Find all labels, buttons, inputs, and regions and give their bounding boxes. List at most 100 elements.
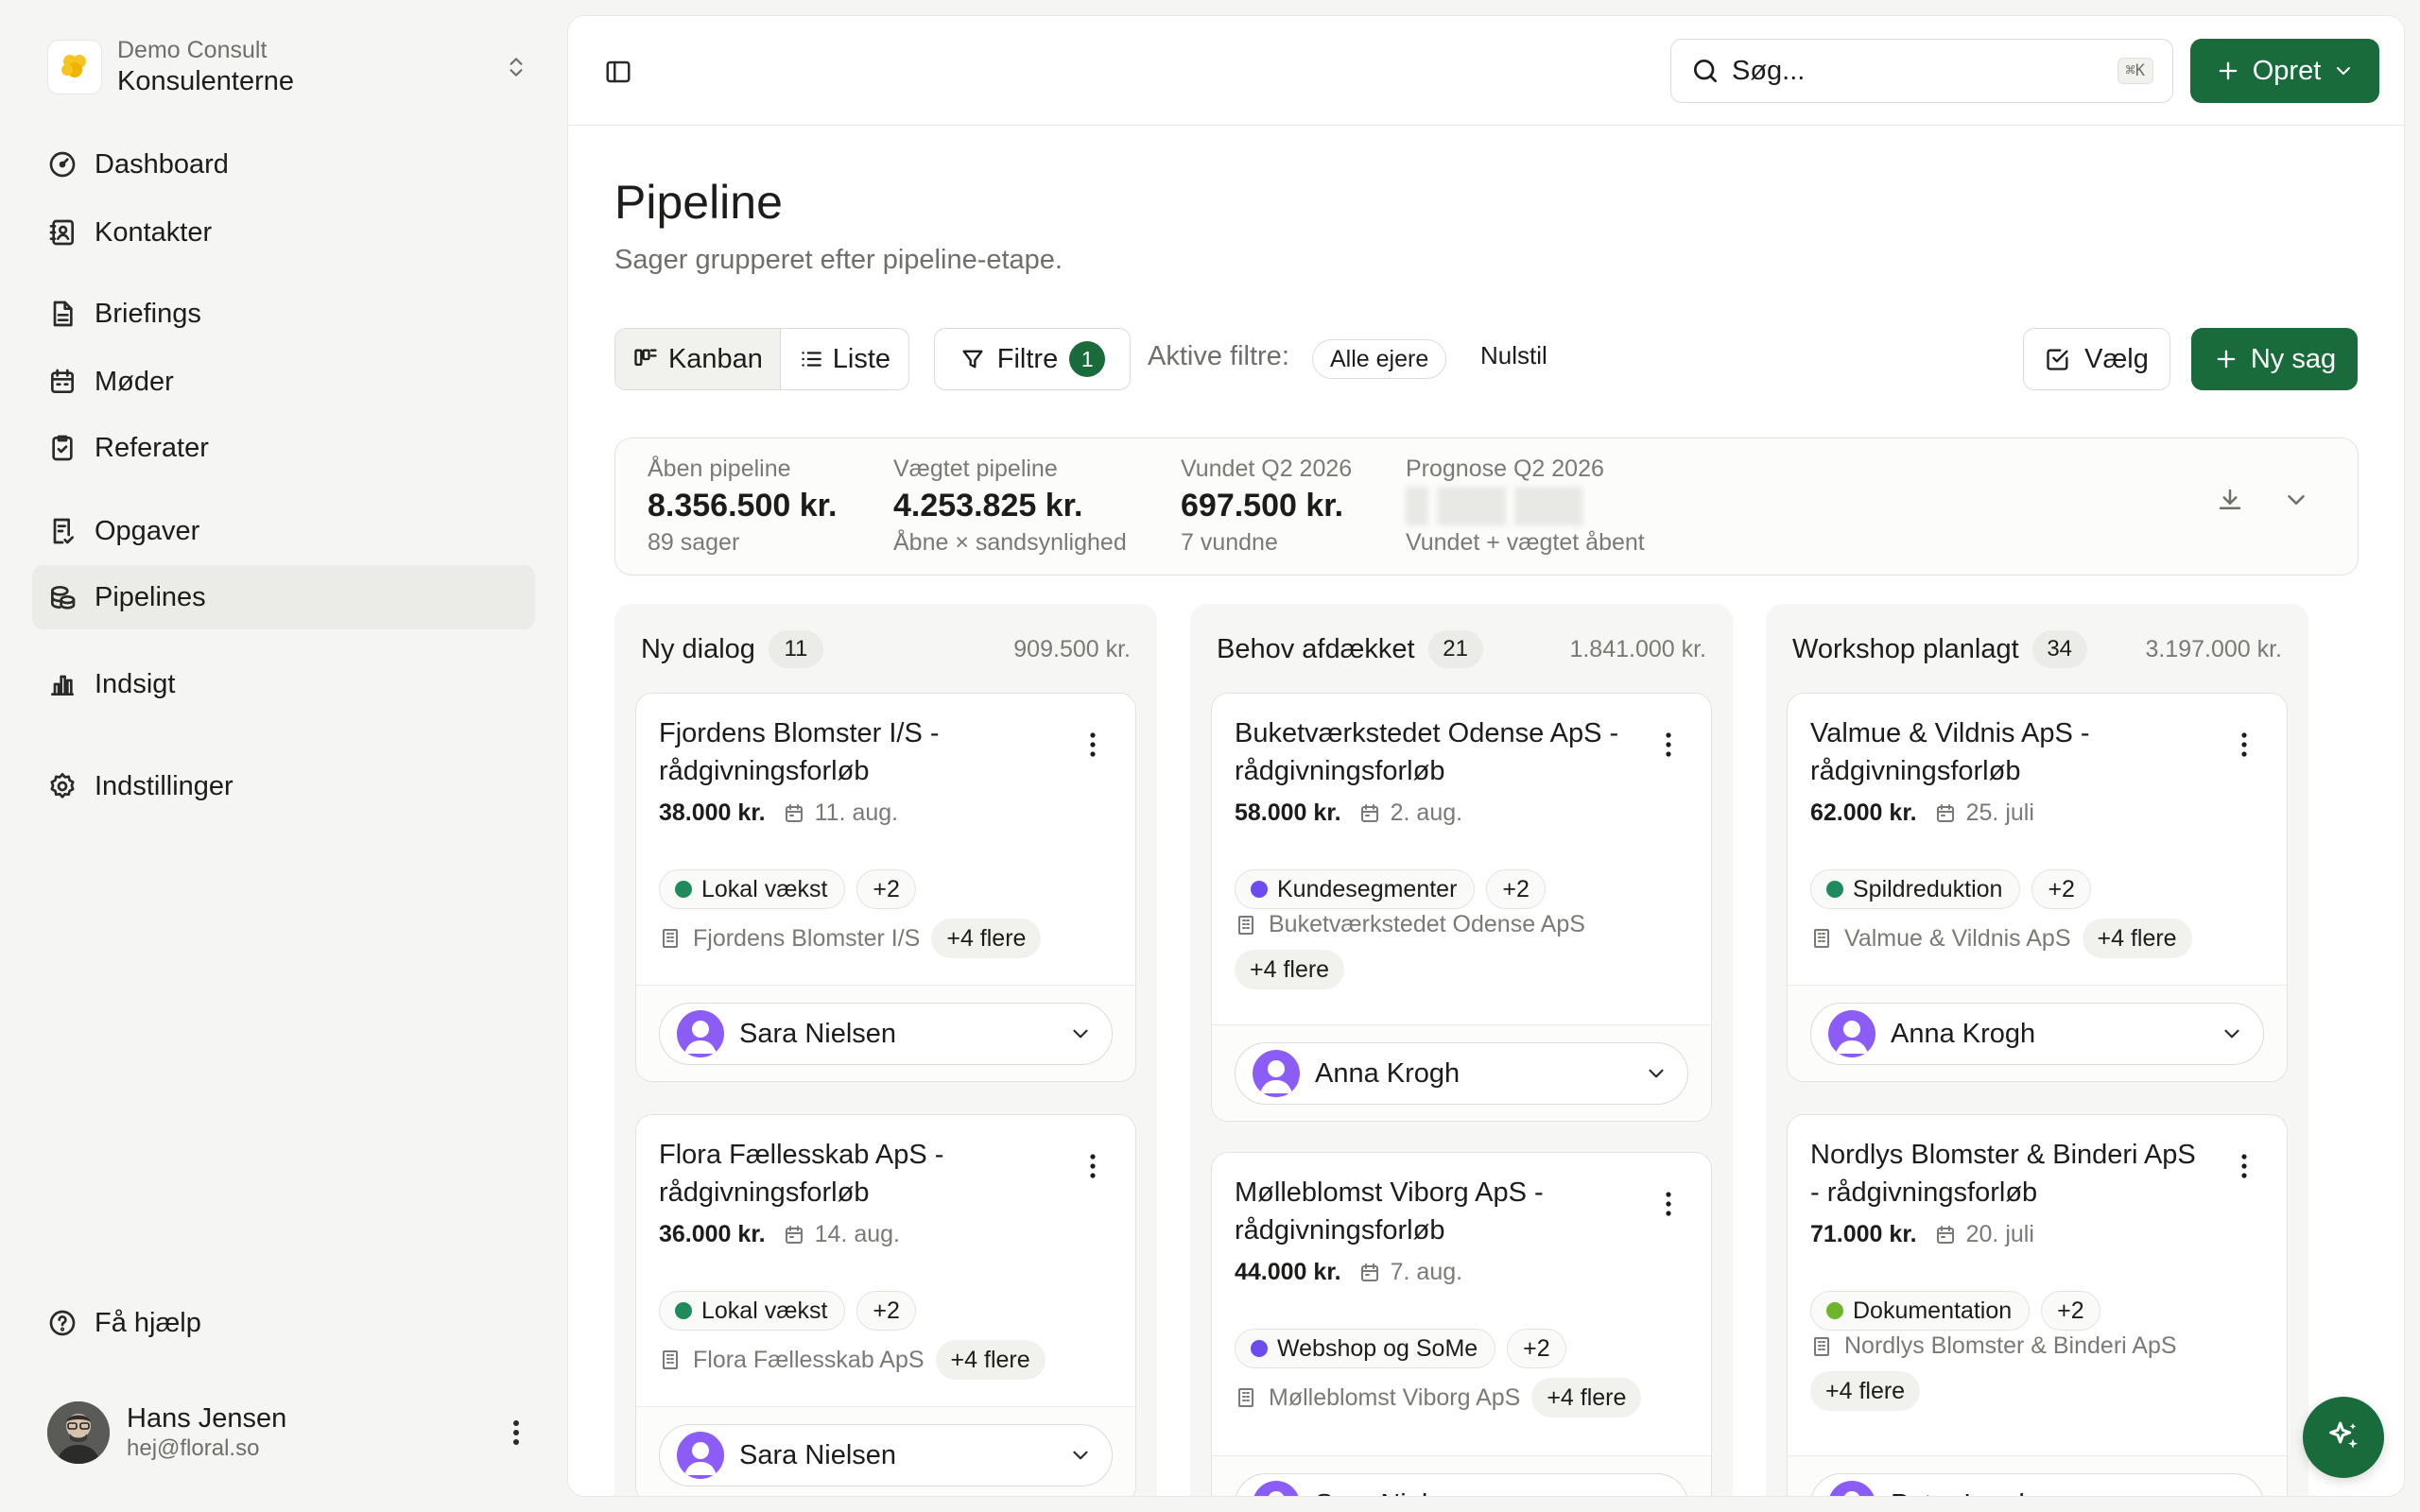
deal-card[interactable]: Fjordens Blomster I/S - rådgivningsforlø… [635, 693, 1136, 1082]
company-more-chip[interactable]: +4 flere [931, 919, 1042, 958]
building-icon [1238, 1388, 1253, 1407]
deal-card[interactable]: Valmue & Vildnis ApS - rådgivningsforløb… [1787, 693, 2288, 1082]
stat-label: Prognose Q2 2026 [1406, 455, 1604, 482]
deal-card[interactable]: Flora Fællesskab ApS - rådgivningsforløb… [635, 1114, 1136, 1496]
more-vertical-icon[interactable] [1654, 1185, 1683, 1223]
company-more-chip[interactable]: +4 flere [935, 1340, 1046, 1380]
nav-item-help[interactable]: Få hjælp [32, 1291, 535, 1355]
nav-item-meetings[interactable]: Møder [32, 350, 535, 414]
chevron-down-icon [1644, 1492, 1668, 1497]
workspace-switcher[interactable]: Demo Consult Konsulenterne [47, 32, 535, 102]
card-title: Nordlys Blomster & Binderi ApS - rådgivn… [1810, 1140, 2196, 1208]
card-amount: 38.000 kr. [659, 799, 766, 826]
deal-card[interactable]: Nordlys Blomster & Binderi ApS - rådgivn… [1787, 1114, 2288, 1496]
new-case-button[interactable]: Ny sag [2191, 328, 2358, 390]
stat-value: 4.253.825 kr. [893, 488, 1083, 524]
owner-select[interactable]: Sara Nielsen [659, 1003, 1113, 1065]
active-filters-label: Aktive filtre: [1148, 341, 1289, 371]
owner-name: Sara Nielsen [739, 1439, 897, 1470]
view-switcher: Kanban Liste [614, 328, 909, 390]
search-icon [1694, 60, 1717, 82]
download-icon[interactable] [2216, 486, 2244, 514]
nav-label: Indsigt [95, 668, 176, 699]
nav-item-tasks[interactable]: Opgaver [32, 499, 535, 563]
search-input[interactable] [1732, 55, 2118, 87]
pipeline-toolbar: Kanban Liste Filtre 1 Aktive filtre: All… [614, 328, 2363, 390]
more-vertical-icon[interactable] [1654, 726, 1683, 764]
card-amount: 58.000 kr. [1235, 799, 1341, 826]
column-title: Behov afdækket [1217, 633, 1415, 664]
help-circle-icon [49, 1310, 76, 1336]
tag-more-chip[interactable]: +2 [2031, 869, 2091, 909]
tag-chip: Dokumentation [1810, 1291, 2031, 1331]
owner-filter-chip[interactable]: Alle ejere [1312, 339, 1447, 379]
owner-select[interactable]: Anna Krogh [1235, 1042, 1688, 1105]
kanban-icon [634, 349, 657, 366]
nav-item-dashboard[interactable]: Dashboard [32, 132, 535, 197]
owner-select[interactable]: Peter Lund [1810, 1473, 2264, 1496]
tag-more-chip[interactable]: +2 [856, 869, 916, 909]
list-icon [802, 352, 821, 367]
nav-item-minutes[interactable]: Referater [32, 416, 535, 480]
nav-item-contacts[interactable]: Kontakter [32, 200, 535, 265]
stat-note: 7 vundne [1181, 529, 1278, 556]
chevron-down-icon[interactable] [2282, 486, 2310, 514]
column-count: 34 [2031, 630, 2087, 668]
view-kanban-button[interactable]: Kanban [615, 329, 781, 389]
owner-name: Anna Krogh [1891, 1018, 2036, 1049]
more-vertical-icon[interactable] [2230, 726, 2258, 764]
tag-more-chip[interactable]: +2 [1486, 869, 1546, 909]
flower-logo-icon [61, 55, 86, 77]
owner-select[interactable]: Sara Nielsen [659, 1424, 1113, 1486]
deal-card[interactable]: Buketværkstedet Odense ApS - rådgivnings… [1211, 693, 1712, 1122]
pipeline-stats: Åben pipeline 8.356.500 kr. 89 sager Væg… [614, 438, 2359, 576]
create-button[interactable]: Opret [2190, 39, 2379, 103]
user-menu-icon[interactable] [497, 1414, 535, 1452]
nav-label: Opgaver [95, 515, 200, 546]
company-more-chip[interactable]: +4 flere [1810, 1371, 1921, 1411]
kanban-column: Behov afdækket 21 1.841.000 kr. Buketvær… [1190, 604, 1733, 1497]
card-amount: 44.000 kr. [1235, 1259, 1341, 1285]
tag-more-chip[interactable]: +2 [2041, 1291, 2100, 1331]
owner-select[interactable]: Anna Krogh [1810, 1003, 2264, 1065]
user-name: Hans Jensen [127, 1403, 287, 1434]
select-button[interactable]: Vælg [2023, 328, 2170, 390]
card-company: Buketværkstedet Odense ApS [1269, 911, 1585, 937]
deal-card[interactable]: Mølleblomst Viborg ApS - rådgivningsforl… [1211, 1152, 1712, 1497]
ai-assistant-button[interactable] [2303, 1397, 2384, 1478]
more-vertical-icon[interactable] [2230, 1147, 2258, 1185]
building-icon [1814, 929, 1829, 948]
sidebar: Demo Consult Konsulenterne Dashboard Kon… [0, 0, 567, 1512]
tag-more-chip[interactable]: +2 [856, 1291, 916, 1331]
owner-select[interactable]: Sara Nielsen [1235, 1473, 1688, 1497]
stat-value-loading: █ ███ ███ [1406, 488, 1583, 524]
reset-filters-link[interactable]: Nulstil [1480, 341, 1547, 370]
tag-more-chip[interactable]: +2 [1507, 1329, 1566, 1368]
card-title: Valmue & Vildnis ApS - rådgivningsforløb [1810, 718, 2090, 786]
more-vertical-icon[interactable] [1079, 726, 1107, 764]
select-label: Vælg [2084, 343, 2149, 374]
more-vertical-icon[interactable] [1079, 1147, 1107, 1185]
search-box[interactable]: ⌘K [1670, 39, 2173, 103]
owner-name: Anna Krogh [1315, 1057, 1461, 1089]
sidebar-toggle-icon[interactable] [596, 50, 640, 94]
view-list-button[interactable]: Liste [781, 329, 908, 389]
building-icon [663, 929, 678, 948]
nav-item-pipelines[interactable]: Pipelines [32, 565, 535, 629]
nav-item-briefings[interactable]: Briefings [32, 282, 535, 346]
owner-avatar-icon [1253, 1481, 1300, 1496]
view-list-label: Liste [832, 343, 891, 374]
company-more-chip[interactable]: +4 flere [2082, 919, 2192, 958]
owner-avatar-icon [677, 1010, 724, 1057]
nav-item-insight[interactable]: Indsigt [32, 652, 535, 716]
filters-button[interactable]: Filtre 1 [934, 328, 1131, 390]
company-more-chip[interactable]: +4 flere [1531, 1378, 1642, 1418]
nav-item-settings[interactable]: Indstillinger [32, 754, 535, 818]
user-profile[interactable]: Hans Jensen hej@floral.so [47, 1399, 535, 1467]
card-title: Fjordens Blomster I/S - rådgivningsforlø… [659, 718, 940, 786]
nav-label: Kontakter [95, 216, 213, 248]
filters-label: Filtre [996, 343, 1059, 374]
company-more-chip[interactable]: +4 flere [1235, 950, 1345, 989]
coins-icon [50, 586, 76, 610]
filter-icon [962, 350, 983, 369]
